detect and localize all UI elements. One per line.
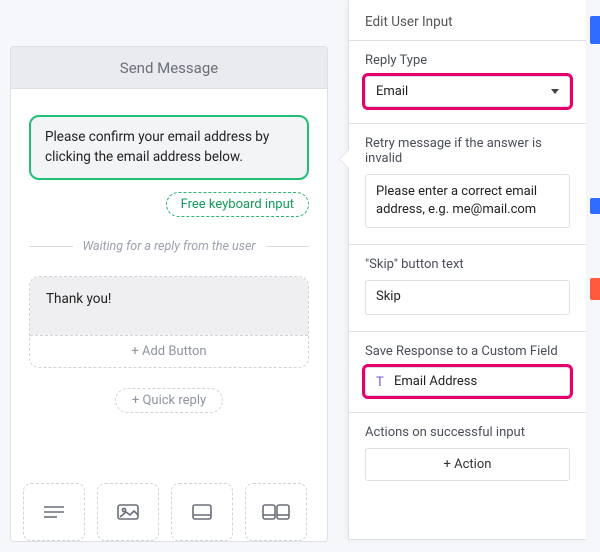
side-panel: Edit User Input Reply Type Email Retry m… bbox=[348, 0, 586, 540]
text-lines-icon bbox=[41, 502, 67, 522]
skip-input[interactable]: Skip bbox=[365, 280, 570, 314]
custom-field-value: Email Address bbox=[394, 374, 477, 389]
reply-block[interactable]: Thank you! + Add Button bbox=[29, 276, 309, 368]
waiting-label: Waiting for a reply from the user bbox=[83, 239, 256, 254]
custom-field-select[interactable]: T Email Address bbox=[365, 367, 570, 396]
section-skip: "Skip" button text Skip bbox=[349, 245, 586, 331]
tool-gallery[interactable] bbox=[245, 483, 307, 541]
add-button[interactable]: + Add Button bbox=[30, 335, 308, 367]
retry-label: Retry message if the answer is invalid bbox=[365, 136, 570, 166]
image-icon bbox=[115, 502, 141, 522]
tool-text[interactable] bbox=[23, 483, 85, 541]
section-actions: Actions on successful input + Action bbox=[349, 413, 586, 497]
edge-tab-2[interactable] bbox=[590, 198, 600, 214]
tool-card[interactable] bbox=[171, 483, 233, 541]
reply-type-value: Email bbox=[376, 84, 408, 99]
quick-reply-button[interactable]: + Quick reply bbox=[115, 388, 223, 413]
send-message-preview: Send Message Please confirm your email a… bbox=[10, 46, 328, 542]
add-action-button[interactable]: + Action bbox=[365, 448, 570, 481]
skip-label: "Skip" button text bbox=[365, 257, 570, 272]
text-field-icon: T bbox=[374, 374, 388, 388]
reply-type-label: Reply Type bbox=[365, 53, 570, 68]
reply-type-dropdown[interactable]: Email bbox=[365, 76, 570, 107]
section-retry: Retry message if the answer is invalid P… bbox=[349, 124, 586, 245]
retry-input[interactable]: Please enter a correct email address, e.… bbox=[365, 174, 570, 228]
reply-message[interactable]: Thank you! bbox=[30, 277, 308, 335]
preview-body: Please confirm your email address by cli… bbox=[11, 89, 327, 473]
card-icon bbox=[189, 502, 215, 522]
message-bubble[interactable]: Please confirm your email address by cli… bbox=[29, 115, 309, 180]
panel-title: Edit User Input bbox=[349, 0, 586, 41]
chevron-down-icon bbox=[551, 89, 559, 94]
tool-image[interactable] bbox=[97, 483, 159, 541]
section-reply-type: Reply Type Email bbox=[349, 41, 586, 124]
free-input-chip[interactable]: Free keyboard input bbox=[166, 192, 309, 217]
preview-title: Send Message bbox=[11, 47, 327, 89]
gallery-icon bbox=[261, 502, 291, 522]
section-save-field: Save Response to a Custom Field T Email … bbox=[349, 332, 586, 413]
panel-arrow-icon bbox=[340, 150, 349, 168]
actions-label: Actions on successful input bbox=[365, 425, 570, 440]
svg-text:T: T bbox=[376, 375, 384, 388]
waiting-divider: Waiting for a reply from the user bbox=[29, 217, 309, 254]
content-toolbar bbox=[11, 473, 327, 541]
save-label: Save Response to a Custom Field bbox=[365, 344, 570, 359]
edge-tab-3[interactable] bbox=[590, 278, 600, 300]
edge-tab-1[interactable] bbox=[590, 16, 600, 44]
